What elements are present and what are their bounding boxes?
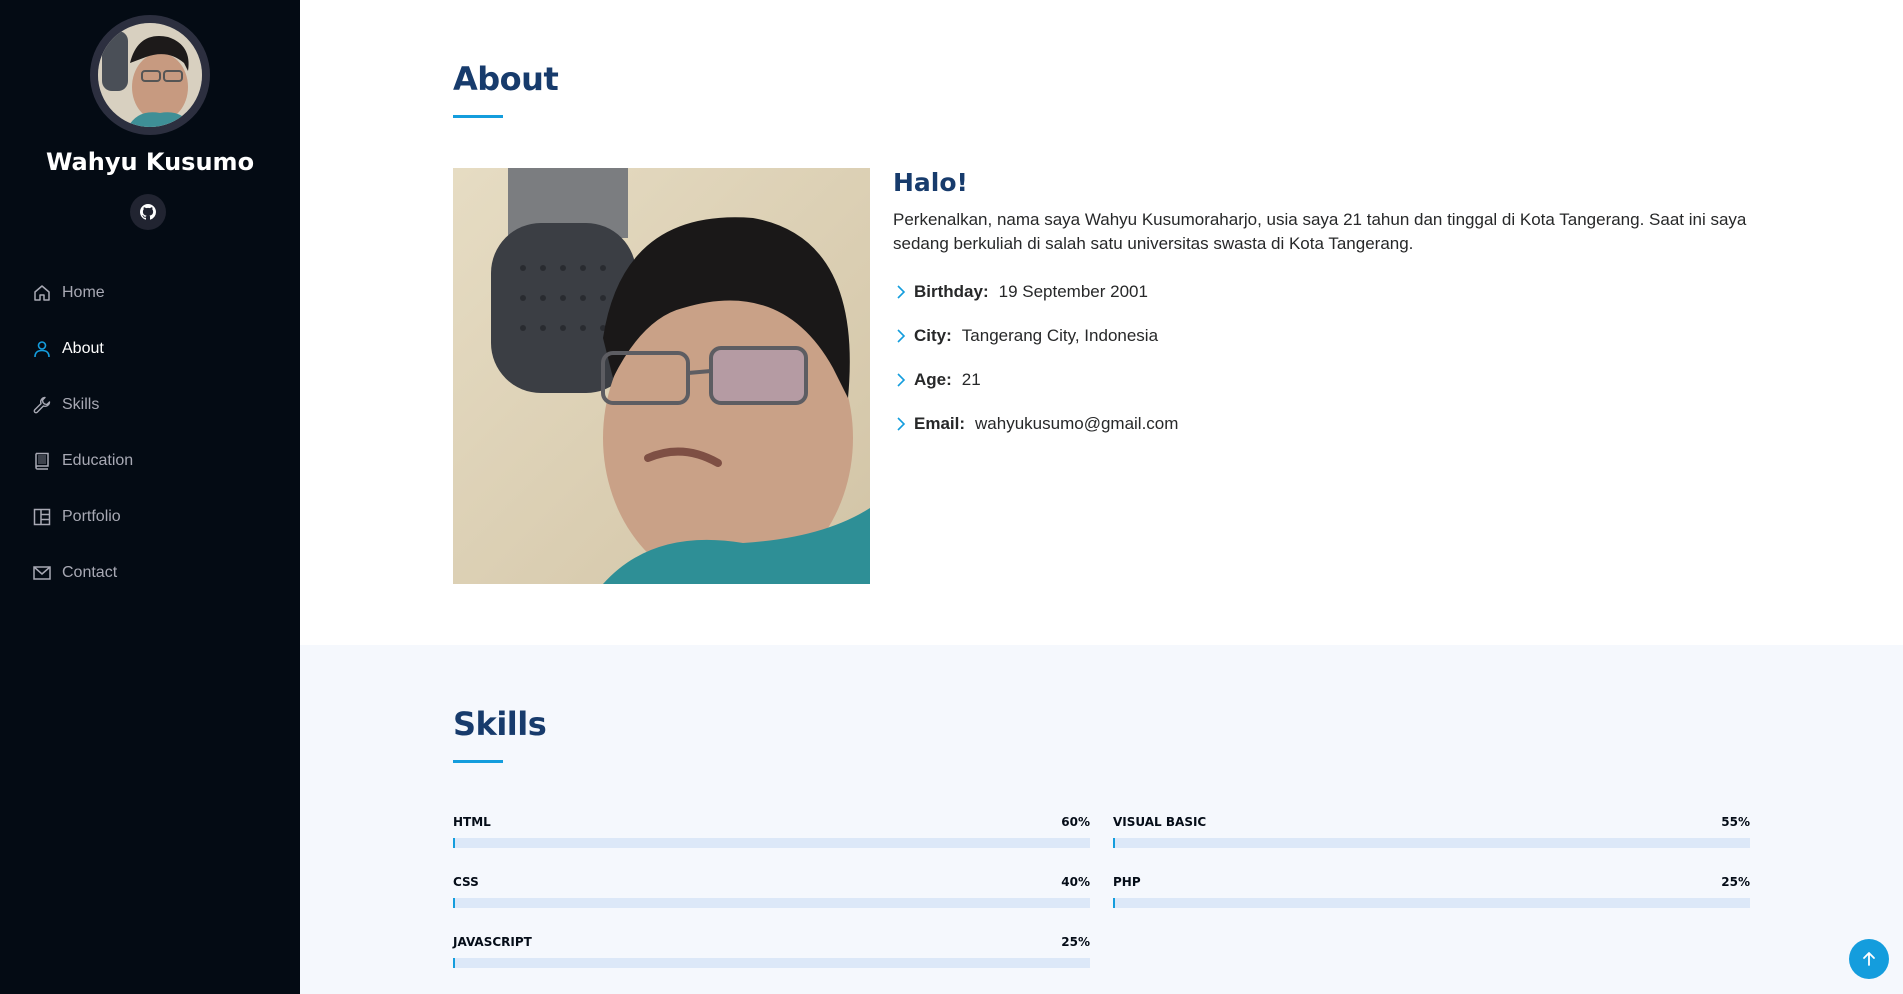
skill-value: 55% xyxy=(1721,815,1750,829)
info-value: wahyukusumo@gmail.com xyxy=(975,414,1179,433)
house-icon xyxy=(32,283,52,303)
title-underline xyxy=(453,115,503,118)
greeting-heading: Halo! xyxy=(893,168,968,197)
skill-progress-fill xyxy=(453,838,455,848)
skill-name: JAVASCRIPT xyxy=(453,935,532,949)
nav-item-contact[interactable]: Contact xyxy=(0,545,300,601)
avatar-image xyxy=(98,23,202,127)
nav-item-label: Skills xyxy=(62,396,100,413)
nav-item-label: Contact xyxy=(62,564,118,581)
info-value: 21 xyxy=(961,370,981,389)
book-icon xyxy=(32,451,52,471)
info-label: Email: xyxy=(914,414,966,433)
skill-progress-bar xyxy=(453,898,1090,908)
about-section: About Halo! Perkenalkan, nama saya Wahyu… xyxy=(300,0,1903,645)
skills-section: Skills HTML 60% VISUAL BASIC 55% CSS 40% PH… xyxy=(300,645,1903,994)
sidebar: Wahyu Kusumo Home About Skills Education… xyxy=(0,0,300,994)
nav-item-label: Education xyxy=(62,452,134,469)
nav-item-label: Home xyxy=(62,284,105,301)
info-value: 19 September 2001 xyxy=(998,282,1148,301)
chevron-right-icon xyxy=(893,372,909,388)
skill-progress-bar xyxy=(1113,898,1750,908)
nav-item-portfolio[interactable]: Portfolio xyxy=(0,489,300,545)
nav-item-skills[interactable]: Skills xyxy=(0,377,300,433)
avatar xyxy=(90,15,210,135)
chevron-right-icon xyxy=(893,328,909,344)
skill-progress-bar xyxy=(453,958,1090,968)
chevron-right-icon xyxy=(893,416,909,432)
skill-value: 25% xyxy=(1061,935,1090,949)
info-label: Age: xyxy=(914,370,952,389)
main-content: About Halo! Perkenalkan, nama saya Wahyu… xyxy=(300,0,1903,994)
nav-item-home[interactable]: Home xyxy=(0,265,300,321)
info-birthday: Birthday: 19 September 2001 xyxy=(893,270,1178,314)
skill-php: PHP 25% xyxy=(1113,875,1750,908)
arrow-up-icon xyxy=(1863,952,1875,966)
nav-item-education[interactable]: Education xyxy=(0,433,300,489)
info-list: Birthday: 19 September 2001 City: Tanger… xyxy=(893,270,1178,446)
skill-progress-fill xyxy=(453,898,455,908)
github-icon xyxy=(140,204,156,220)
skill-progress-bar xyxy=(1113,838,1750,848)
about-title: About xyxy=(453,60,559,98)
nav-item-label: Portfolio xyxy=(62,508,121,525)
skill-value: 40% xyxy=(1061,875,1090,889)
skill-name: VISUAL BASIC xyxy=(1113,815,1207,829)
chevron-right-icon xyxy=(893,284,909,300)
skill-progress-bar xyxy=(453,838,1090,848)
envelope-icon xyxy=(32,563,52,583)
profile-name: Wahyu Kusumo xyxy=(45,148,255,176)
skill-visual-basic: VISUAL BASIC 55% xyxy=(1113,815,1750,848)
skill-value: 25% xyxy=(1721,875,1750,889)
intro-text: Perkenalkan, nama saya Wahyu Kusumorahar… xyxy=(893,210,1747,253)
skill-name: CSS xyxy=(453,875,479,889)
profile-photo xyxy=(453,168,870,584)
skill-name: HTML xyxy=(453,815,491,829)
skill-value: 60% xyxy=(1061,815,1090,829)
skill-css: CSS 40% xyxy=(453,875,1090,908)
info-email: Email: wahyukusumo@gmail.com xyxy=(893,402,1178,446)
skill-javascript: JAVASCRIPT 25% xyxy=(453,935,1090,968)
nav-menu: Home About Skills Education Portfolio Co… xyxy=(0,265,300,601)
title-underline xyxy=(453,760,503,763)
skill-progress-fill xyxy=(1113,898,1115,908)
skill-progress-fill xyxy=(453,958,455,968)
info-label: Birthday: xyxy=(914,282,989,301)
info-value: Tangerang City, Indonesia xyxy=(961,326,1159,345)
skill-html: HTML 60% xyxy=(453,815,1090,848)
info-age: Age: 21 xyxy=(893,358,1178,402)
back-to-top-button[interactable] xyxy=(1849,939,1889,979)
skill-progress-fill xyxy=(1113,838,1115,848)
skills-title: Skills xyxy=(453,705,547,743)
info-label: City: xyxy=(914,326,952,345)
nav-item-label: About xyxy=(62,340,104,357)
skill-name: PHP xyxy=(1113,875,1141,889)
github-button[interactable] xyxy=(130,194,166,230)
layout-icon xyxy=(32,507,52,527)
nav-item-about[interactable]: About xyxy=(0,321,300,377)
person-icon xyxy=(32,339,52,359)
info-city: City: Tangerang City, Indonesia xyxy=(893,314,1178,358)
wrench-icon xyxy=(32,395,52,415)
